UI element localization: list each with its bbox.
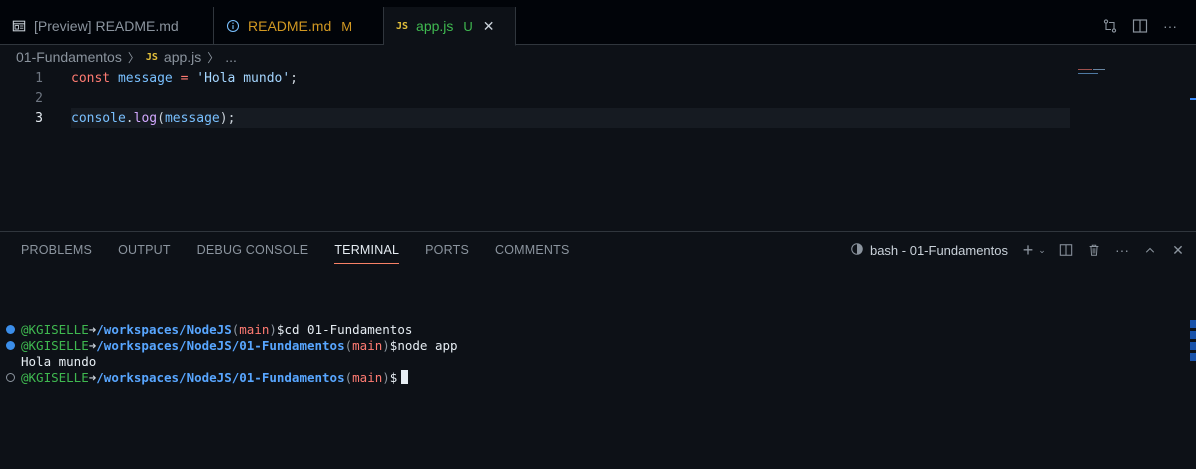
tab-terminal[interactable]: TERMINAL	[321, 232, 412, 268]
code-token: =	[180, 70, 189, 86]
split-editor-icon[interactable]	[1132, 18, 1148, 34]
editor-actions: ···	[1102, 7, 1196, 45]
terminal-icon	[850, 242, 864, 259]
chevron-right-icon: 〉	[207, 50, 220, 65]
code-token: ;	[227, 110, 236, 126]
line-number: 1	[35, 70, 43, 86]
tab-ports[interactable]: PORTS	[412, 232, 482, 268]
add-terminal-icon[interactable]: +	[1020, 240, 1036, 260]
tab-label: [Preview] README.md	[34, 18, 179, 34]
tab-label: README.md	[248, 18, 332, 34]
chevron-right-icon: 〉	[127, 50, 140, 65]
command-success-icon[interactable]	[6, 340, 15, 350]
tab-comments[interactable]: COMMENTS	[482, 232, 583, 268]
code-line[interactable]: 3 console.log(message);	[0, 108, 1070, 128]
breadcrumb-folder[interactable]: 01-Fundamentos	[16, 49, 122, 65]
code-token: console	[71, 110, 126, 126]
tab-readme[interactable]: README.md M	[214, 7, 384, 45]
tab-problems[interactable]: PROBLEMS	[8, 232, 105, 268]
terminal-line: @KGISELLE ➜ /workspaces/NodeJS/01-Fundam…	[0, 337, 1196, 353]
tab-preview-readme[interactable]: [Preview] README.md	[0, 7, 214, 45]
title-strip	[0, 0, 1196, 7]
info-icon	[226, 19, 240, 33]
panel-tabs: PROBLEMS OUTPUT DEBUG CONSOLE TERMINAL P…	[8, 232, 583, 268]
terminal-name: bash - 01-Fundamentos	[869, 242, 1008, 258]
tab-output[interactable]: OUTPUT	[105, 232, 184, 268]
code-token: .	[125, 110, 134, 126]
terminal-line: @KGISELLE ➜ /workspaces/NodeJS (main) $ …	[0, 321, 1196, 337]
code-token: message	[117, 70, 173, 86]
terminal[interactable]: @KGISELLE ➜ /workspaces/NodeJS (main) $ …	[0, 321, 1196, 385]
git-untracked-badge: U	[463, 18, 473, 34]
bottom-panel: PROBLEMS OUTPUT DEBUG CONSOLE TERMINAL P…	[0, 231, 1196, 469]
tab-app-js[interactable]: JS app.js U ✕	[384, 7, 516, 46]
terminal-scrollbar[interactable]	[1190, 320, 1196, 380]
js-file-icon: JS	[145, 51, 158, 63]
code-token: log	[133, 110, 158, 126]
chevron-down-icon[interactable]: ⌄	[1038, 242, 1046, 258]
js-file-icon: JS	[396, 20, 409, 32]
close-icon[interactable]: ✕	[1170, 242, 1186, 258]
code-editor[interactable]: 1 const message = 'Hola mundo'; 2 3 cons…	[0, 68, 1196, 231]
more-icon[interactable]: ···	[1162, 18, 1178, 34]
editor-tab-bar: [Preview] README.md README.md M JS app.j…	[0, 7, 1196, 46]
breadcrumb-file[interactable]: app.js	[164, 49, 201, 65]
compare-changes-icon[interactable]	[1102, 18, 1118, 34]
breadcrumb: 01-Fundamentos 〉 JS app.js 〉 ...	[16, 46, 237, 68]
scrollbar-cursor-marker	[1190, 98, 1196, 100]
panel-actions: bash - 01-Fundamentos + ⌄ ··· ✕	[850, 232, 1186, 268]
terminal-selector[interactable]: bash - 01-Fundamentos	[850, 242, 1008, 259]
terminal-cursor	[401, 370, 409, 384]
code-token: )	[219, 110, 228, 126]
tab-debug-console[interactable]: DEBUG CONSOLE	[184, 232, 322, 268]
maximize-icon[interactable]	[1142, 242, 1158, 258]
split-terminal-icon[interactable]	[1058, 242, 1074, 258]
trash-icon[interactable]	[1086, 242, 1102, 258]
code-line[interactable]: 1 const message = 'Hola mundo';	[0, 68, 1070, 88]
terminal-prompt-line: @KGISELLE ➜ /workspaces/NodeJS/01-Fundam…	[0, 369, 1196, 385]
close-icon[interactable]: ✕	[483, 18, 495, 35]
git-modified-badge: M	[341, 18, 353, 34]
code-token: 'Hola mundo'	[196, 70, 291, 86]
line-number: 3	[35, 110, 43, 126]
terminal-output-line: Hola mundo	[21, 353, 97, 369]
code-token: ;	[290, 70, 298, 86]
command-pending-icon	[6, 372, 15, 382]
breadcrumb-symbols[interactable]: ...	[225, 49, 237, 65]
command-success-icon[interactable]	[6, 324, 15, 334]
more-icon[interactable]: ···	[1114, 242, 1130, 258]
code-line[interactable]: 2	[0, 88, 1070, 108]
code-token: message	[164, 110, 220, 126]
code-token: (	[157, 110, 165, 126]
code-token: const	[71, 70, 111, 86]
minimap[interactable]	[1078, 68, 1108, 80]
preview-icon	[12, 19, 26, 33]
line-number: 2	[35, 90, 43, 106]
tab-label: app.js	[416, 18, 454, 34]
